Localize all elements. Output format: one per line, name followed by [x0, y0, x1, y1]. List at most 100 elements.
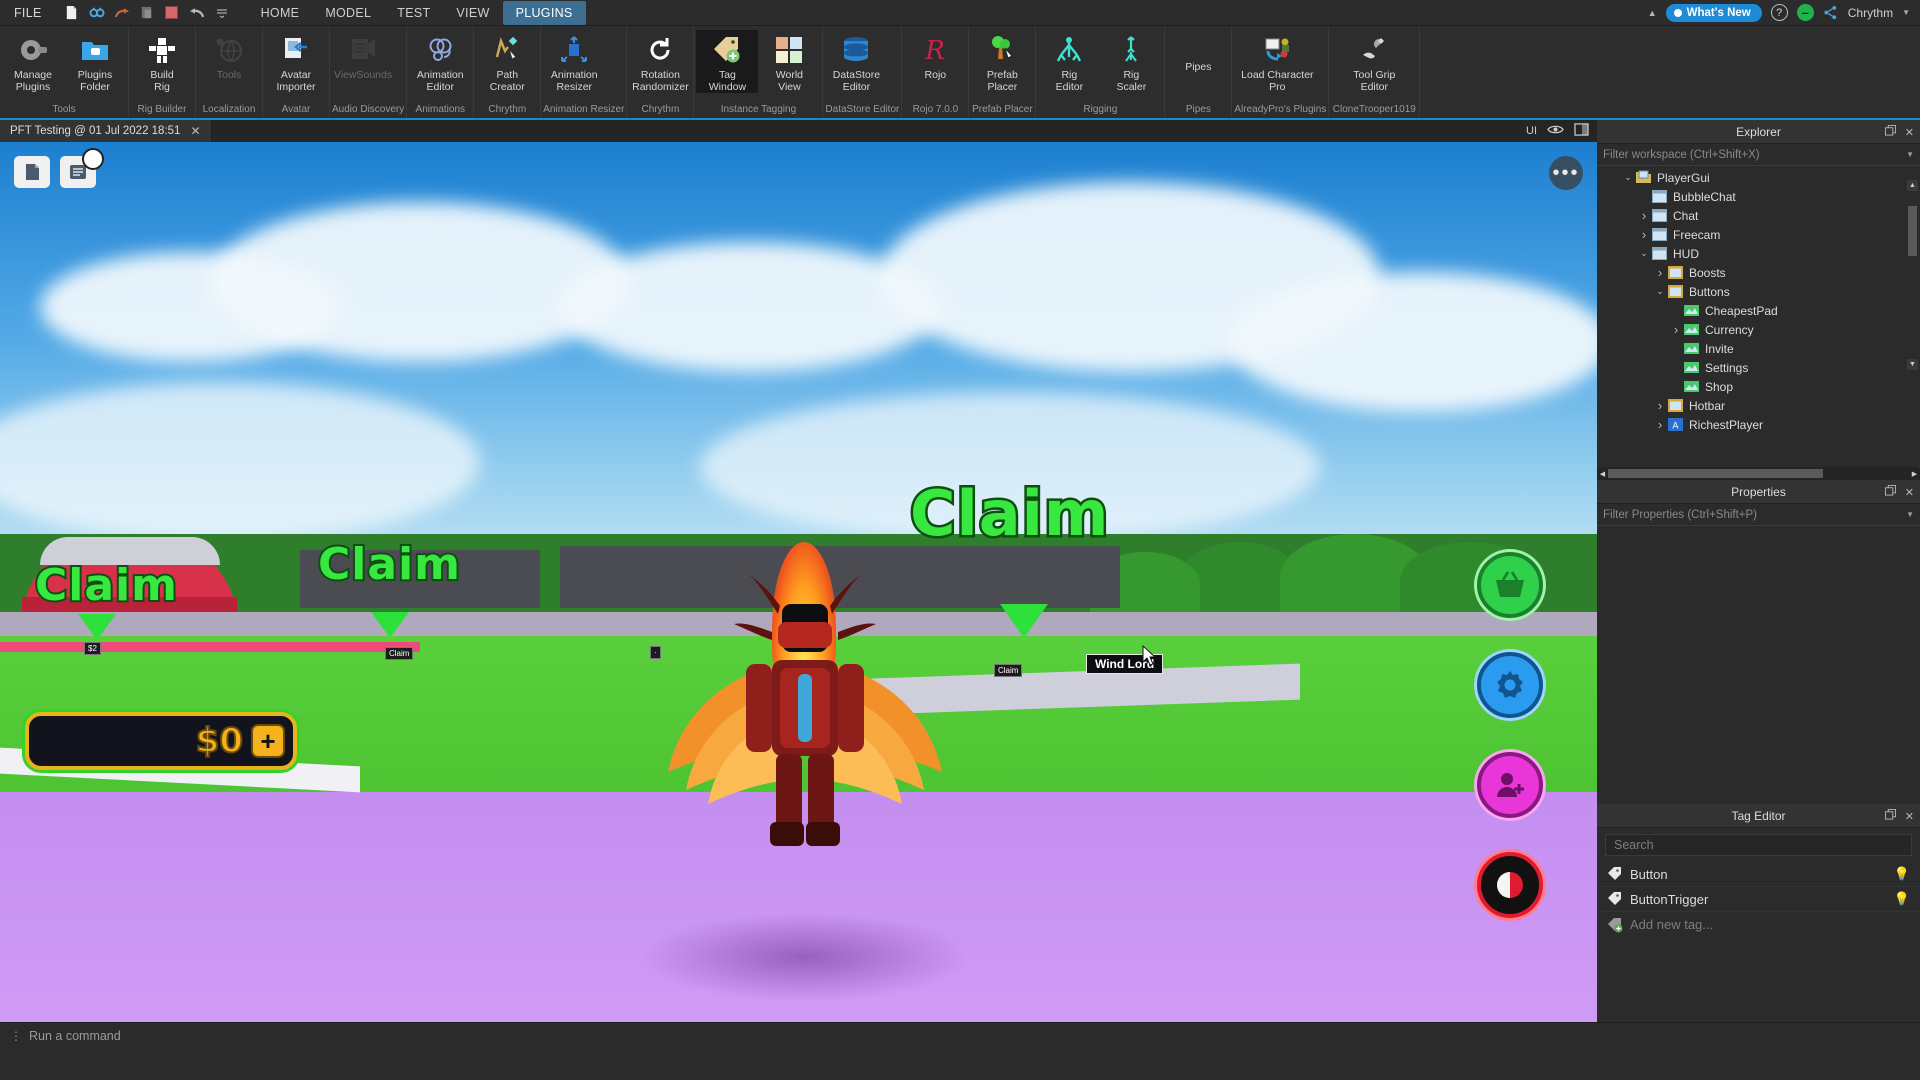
chevron-right-icon[interactable]: ›: [1637, 227, 1651, 242]
chevron-right-icon[interactable]: ›: [1653, 417, 1667, 432]
cash-display[interactable]: $0 +: [25, 712, 297, 770]
explorer-tree-item-hotbar[interactable]: › Hotbar: [1597, 396, 1920, 415]
explorer-horizontal-scrollbar[interactable]: ◀ ▶: [1597, 467, 1920, 480]
world-view-button[interactable]: World View: [758, 30, 820, 93]
scrollbar-thumb[interactable]: [1608, 469, 1823, 478]
pipes-button[interactable]: Pipes: [1167, 30, 1229, 73]
explorer-filter-input[interactable]: Filter workspace (Ctrl+Shift+X) ▼: [1597, 144, 1920, 166]
chevron-down-icon[interactable]: ⌄: [1621, 172, 1635, 183]
scrollbar-thumb[interactable]: [1908, 206, 1917, 256]
claim-label[interactable]: Claim: [907, 475, 1110, 553]
explorer-tree-item-playergui[interactable]: ⌄ PlayerGui: [1597, 168, 1920, 187]
animation-editor-button[interactable]: Animation Editor: [409, 30, 471, 93]
chevron-down-icon[interactable]: ⌄: [1637, 248, 1651, 259]
shop-button[interactable]: [1477, 552, 1543, 618]
tools-button[interactable]: Tools: [198, 30, 260, 81]
tag-window-button[interactable]: Tag Window: [696, 30, 759, 93]
more-icon[interactable]: [214, 5, 230, 21]
explorer-tree-item-bubblechat[interactable]: BubbleChat: [1597, 187, 1920, 206]
command-bar[interactable]: ⋮ Run a command: [0, 1022, 1920, 1080]
explorer-tree[interactable]: ⌄ PlayerGui BubbleChat › Chat › Freecam ⌄ HUD › Bo…: [1597, 166, 1920, 467]
color-swatch-icon[interactable]: [164, 5, 180, 21]
explorer-tree-item-hud[interactable]: ⌄ HUD: [1597, 244, 1920, 263]
datastore-editor-button[interactable]: DataStore Editor: [825, 30, 887, 93]
close-icon[interactable]: ✕: [1905, 486, 1914, 499]
tag-row[interactable]: Button 💡: [1597, 862, 1920, 887]
rig-scaler-button[interactable]: Rig Scaler: [1100, 30, 1162, 93]
user-name[interactable]: Chrythm: [1848, 6, 1893, 20]
explorer-tree-item-invite[interactable]: Invite: [1597, 339, 1920, 358]
avatar-importer-button[interactable]: Avatar Importer: [265, 30, 327, 93]
explorer-tree-item-buttons[interactable]: ⌄ Buttons: [1597, 282, 1920, 301]
rotation-randomizer-button[interactable]: Rotation Randomizer: [629, 30, 691, 93]
file-menu-button[interactable]: FILE: [0, 6, 54, 20]
ui-toggle-label[interactable]: UI: [1526, 125, 1537, 137]
explorer-tree-item-freecam[interactable]: › Freecam: [1597, 225, 1920, 244]
tool-grip-editor-button[interactable]: Tool Grip Editor: [1331, 30, 1417, 93]
quest-chip[interactable]: [14, 156, 50, 188]
codes-chip[interactable]: [60, 148, 104, 188]
chevron-down-icon[interactable]: ⌄: [1653, 286, 1667, 297]
plugins-folder-button[interactable]: Plugins Folder: [64, 30, 126, 93]
animation-resizer-button[interactable]: Animation Resizer: [543, 30, 605, 93]
scroll-left-icon[interactable]: ◀: [1597, 470, 1608, 478]
rig-editor-button[interactable]: Rig Editor: [1038, 30, 1100, 93]
invite-button[interactable]: [1477, 752, 1543, 818]
tab-plugins[interactable]: PLUGINS: [502, 0, 586, 25]
path-creator-button[interactable]: Path Creator: [476, 30, 538, 93]
undo-icon[interactable]: [189, 5, 205, 21]
game-viewport[interactable]: Claim Claim Claim $2 Claim · Claim Wind …: [0, 142, 1597, 1022]
explorer-tree-item-settings[interactable]: Settings: [1597, 358, 1920, 377]
explorer-tree-item-shop[interactable]: Shop: [1597, 377, 1920, 396]
chevron-right-icon[interactable]: ›: [1653, 265, 1667, 280]
new-file-icon[interactable]: [64, 5, 80, 21]
cheapest-pad-button[interactable]: [1477, 852, 1543, 918]
explorer-vertical-scrollbar[interactable]: ▲ ▼: [1907, 180, 1918, 370]
close-icon[interactable]: ✕: [1905, 126, 1914, 139]
share-icon[interactable]: [1823, 5, 1839, 21]
chevron-right-icon[interactable]: ›: [1669, 322, 1683, 337]
rojo-button[interactable]: R Rojo: [904, 30, 966, 81]
window-icon[interactable]: [1574, 123, 1589, 139]
view-sounds-button[interactable]: ViewSounds: [332, 30, 394, 81]
chevron-down-icon[interactable]: ▼: [1906, 150, 1914, 159]
tag-search-input[interactable]: Search: [1605, 834, 1912, 856]
scroll-up-icon[interactable]: ▲: [1907, 180, 1918, 191]
explorer-tree-item-currency[interactable]: › Currency: [1597, 320, 1920, 339]
paste-icon[interactable]: [139, 5, 155, 21]
prefab-placer-button[interactable]: Prefab Placer: [971, 30, 1033, 93]
tab-home[interactable]: HOME: [248, 1, 313, 25]
find-icon[interactable]: [89, 5, 105, 21]
tab-view[interactable]: VIEW: [443, 1, 502, 25]
claim-label[interactable]: Claim: [33, 558, 179, 613]
load-character-pro-button[interactable]: Load Character Pro: [1234, 30, 1320, 93]
undock-icon[interactable]: [1884, 485, 1896, 499]
chevron-right-icon[interactable]: ›: [1637, 208, 1651, 223]
close-icon[interactable]: ✕: [190, 124, 200, 138]
chevron-down-icon[interactable]: ▼: [1902, 8, 1910, 17]
explorer-tree-item-chat[interactable]: › Chat: [1597, 206, 1920, 225]
add-new-tag-row[interactable]: Add new tag...: [1597, 912, 1920, 937]
chevron-down-icon[interactable]: ▼: [1906, 510, 1914, 519]
tag-row[interactable]: ButtonTrigger 💡: [1597, 887, 1920, 912]
properties-list[interactable]: [1597, 526, 1920, 804]
chevron-right-icon[interactable]: ›: [1653, 398, 1667, 413]
help-icon[interactable]: ?: [1770, 4, 1788, 21]
bulb-icon[interactable]: 💡: [1894, 891, 1910, 907]
undock-icon[interactable]: [1884, 125, 1896, 139]
properties-filter-input[interactable]: Filter Properties (Ctrl+Shift+P) ▼: [1597, 504, 1920, 526]
viewport-tab[interactable]: PFT Testing @ 01 Jul 2022 18:51 ✕: [0, 120, 212, 142]
claim-label[interactable]: Claim: [316, 537, 462, 592]
bulb-icon[interactable]: 💡: [1894, 866, 1910, 882]
status-online-icon[interactable]: –: [1796, 4, 1814, 21]
explorer-tree-item-cheapestpad[interactable]: CheapestPad: [1597, 301, 1920, 320]
redo-icon[interactable]: [114, 5, 130, 21]
undock-icon[interactable]: [1884, 809, 1896, 823]
manage-plugins-button[interactable]: Manage Plugins: [2, 30, 64, 93]
tab-model[interactable]: MODEL: [312, 1, 384, 25]
collapse-ribbon-icon[interactable]: ▲: [1648, 8, 1657, 18]
explorer-tree-item-richestplayer[interactable]: › A RichestPlayer: [1597, 415, 1920, 434]
scroll-down-icon[interactable]: ▼: [1907, 359, 1918, 370]
settings-button[interactable]: [1477, 652, 1543, 718]
add-cash-button[interactable]: +: [251, 724, 285, 758]
